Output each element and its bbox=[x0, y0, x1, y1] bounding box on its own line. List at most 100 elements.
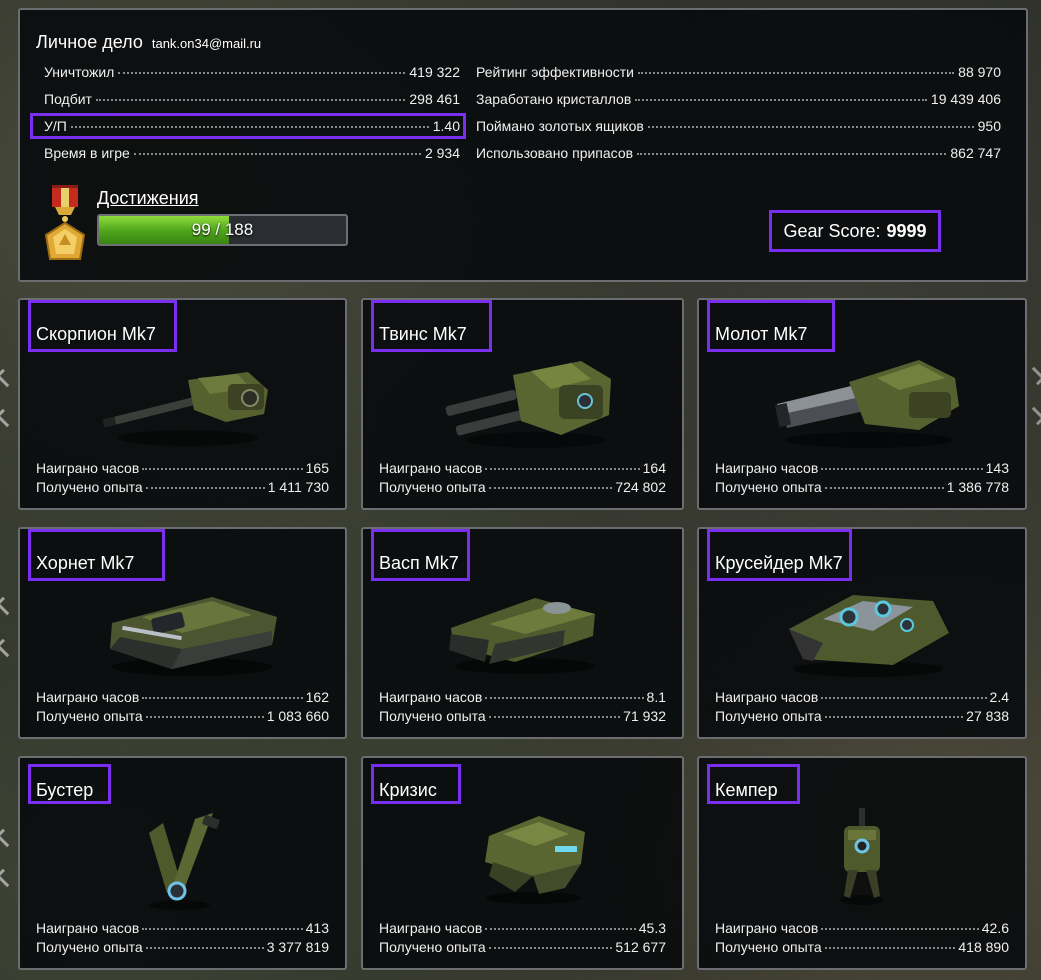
dot-leader bbox=[485, 928, 636, 930]
xp-label: Получено опыта bbox=[715, 939, 822, 955]
xp-value: 3 377 819 bbox=[266, 939, 329, 955]
xp-earned-row: Получено опыта 27 838 bbox=[715, 708, 1009, 726]
dot-leader bbox=[488, 947, 613, 949]
hours-value: 413 bbox=[305, 920, 329, 936]
scorpion-turret-icon bbox=[102, 372, 268, 446]
xp-earned-row: Получено опыта 1 411 730 bbox=[36, 479, 329, 497]
xp-earned-row: Получено опыта 3 377 819 bbox=[36, 939, 329, 957]
edge-arrow-icon bbox=[1026, 366, 1041, 386]
hours-played-row: Наиграно часов 45.3 bbox=[379, 920, 666, 938]
item-title: Твинс Mk7 bbox=[379, 324, 467, 344]
hours-label: Наиграно часов bbox=[715, 920, 819, 936]
hours-played-row: Наиграно часов 8.1 bbox=[379, 689, 666, 707]
item-card-crisis[interactable]: Кризис Наиграно часов 45.3 Получено опыта… bbox=[361, 756, 684, 970]
stat-label: Подбит bbox=[44, 91, 92, 107]
edge-arrow-icon bbox=[1026, 406, 1041, 426]
item-title: Бустер bbox=[36, 780, 94, 800]
dot-leader bbox=[142, 697, 303, 699]
profile-email: tank.on34@mail.ru bbox=[151, 36, 262, 51]
item-card-crusader[interactable]: Крусейдер Mk7 Наиграно часов 2.4 Получено… bbox=[697, 527, 1027, 739]
hours-value: 165 bbox=[305, 460, 329, 476]
hours-played-row: Наиграно часов 42.6 bbox=[715, 920, 1009, 938]
stat-label: Заработано кристаллов bbox=[476, 91, 632, 107]
xp-value: 1 386 778 bbox=[946, 479, 1009, 495]
dot-leader bbox=[637, 153, 947, 155]
stat-label: Время в игре bbox=[44, 145, 130, 161]
profile-panel: Личное дело tank.on34@mail.ru Уничтожил 4… bbox=[18, 8, 1028, 282]
stat-label: Рейтинг эффективности bbox=[476, 64, 634, 80]
xp-earned-row: Получено опыта 71 932 bbox=[379, 708, 666, 726]
hours-label: Наиграно часов bbox=[379, 920, 483, 936]
dot-leader bbox=[821, 468, 983, 470]
gear-score: Gear Score: 9999 bbox=[769, 210, 941, 252]
hours-label: Наиграно часов bbox=[715, 460, 819, 476]
dot-leader bbox=[647, 126, 974, 128]
stat-label: Уничтожил bbox=[44, 64, 115, 80]
item-card-hornet[interactable]: Хорнет Mk7 Наиграно часов 162 Получено оп… bbox=[18, 527, 347, 739]
hours-played-row: Наиграно часов 165 bbox=[36, 460, 329, 478]
xp-earned-row: Получено опыта 724 802 bbox=[379, 479, 666, 497]
dot-leader bbox=[485, 697, 644, 699]
edge-arrow-icon bbox=[0, 868, 15, 888]
item-card-twins[interactable]: Твинс Mk7 Наиграно часов 164 Получено опы… bbox=[361, 298, 684, 510]
stat-time-played: Время в игре 2 934 bbox=[44, 145, 460, 165]
edge-arrow-icon bbox=[0, 408, 15, 428]
gear-score-value: 9999 bbox=[886, 220, 927, 241]
xp-value: 512 677 bbox=[615, 939, 666, 955]
dot-leader bbox=[145, 716, 264, 718]
stat-label: Использовано припасов bbox=[476, 145, 634, 161]
item-title: Молот Mk7 bbox=[715, 324, 808, 344]
xp-value: 27 838 bbox=[966, 708, 1009, 724]
hours-value: 162 bbox=[305, 689, 329, 705]
edge-arrow-icon bbox=[0, 596, 15, 616]
hours-label: Наиграно часов bbox=[379, 689, 483, 705]
hammer-turret-icon bbox=[774, 360, 959, 448]
hours-value: 164 bbox=[642, 460, 666, 476]
xp-label: Получено опыта bbox=[379, 708, 486, 724]
hours-played-row: Наиграно часов 2.4 bbox=[715, 689, 1009, 707]
item-card-booster[interactable]: Бустер Наиграно часов 413 Получено опыта 3… bbox=[18, 756, 347, 970]
item-title: Крусейдер Mk7 bbox=[715, 553, 843, 573]
dot-leader bbox=[824, 947, 956, 949]
dot-leader bbox=[133, 153, 421, 155]
dot-leader bbox=[824, 487, 944, 489]
progress-text: 99 / 188 bbox=[191, 220, 254, 239]
item-card-camper[interactable]: Кемпер Наиграно часов 42.6 Получено опыта… bbox=[697, 756, 1027, 970]
kd-ratio-highlight bbox=[30, 113, 466, 139]
hours-label: Наиграно часов bbox=[379, 460, 483, 476]
dot-leader bbox=[118, 72, 406, 74]
dot-leader bbox=[142, 928, 303, 930]
edge-arrow-icon bbox=[0, 828, 15, 848]
xp-value: 1 083 660 bbox=[266, 708, 329, 724]
stat-value: 19 439 406 bbox=[930, 91, 1001, 107]
hours-label: Наиграно часов bbox=[36, 689, 140, 705]
dot-leader bbox=[637, 72, 955, 74]
item-card-scorpion[interactable]: Скорпион Mk7 Наиграно часов 165 Получено … bbox=[18, 298, 347, 510]
dot-leader bbox=[488, 487, 613, 489]
crusader-hull-icon bbox=[789, 595, 949, 677]
stat-efficiency-rating: Рейтинг эффективности 88 970 bbox=[476, 64, 1001, 84]
item-card-wasp[interactable]: Васп Mk7 Наиграно часов 8.1 Получено опыт… bbox=[361, 527, 684, 739]
booster-drone-icon bbox=[149, 813, 220, 910]
wasp-hull-icon bbox=[449, 598, 595, 674]
xp-value: 1 411 730 bbox=[267, 479, 329, 495]
dot-leader bbox=[142, 468, 303, 470]
item-title: Кризис bbox=[379, 780, 437, 800]
xp-label: Получено опыта bbox=[36, 939, 143, 955]
stat-deaths: Подбит 298 461 bbox=[44, 91, 460, 111]
achievements-link[interactable]: Достижения bbox=[97, 188, 199, 209]
crisis-drone-icon bbox=[485, 816, 585, 904]
xp-label: Получено опыта bbox=[715, 479, 822, 495]
profile-title-text: Личное дело bbox=[36, 32, 143, 52]
hours-value: 45.3 bbox=[638, 920, 666, 936]
item-title: Кемпер bbox=[715, 780, 778, 800]
edge-arrow-icon bbox=[0, 638, 15, 658]
dot-leader bbox=[485, 468, 640, 470]
hours-played-row: Наиграно часов 143 bbox=[715, 460, 1009, 478]
dot-leader bbox=[145, 487, 265, 489]
stat-value: 862 747 bbox=[950, 145, 1001, 161]
item-card-hammer[interactable]: Молот Mk7 Наиграно часов 143 Получено опы… bbox=[697, 298, 1027, 510]
hours-played-row: Наиграно часов 162 bbox=[36, 689, 329, 707]
dot-leader bbox=[95, 99, 406, 101]
profile-title: Личное дело tank.on34@mail.ru bbox=[36, 32, 261, 53]
